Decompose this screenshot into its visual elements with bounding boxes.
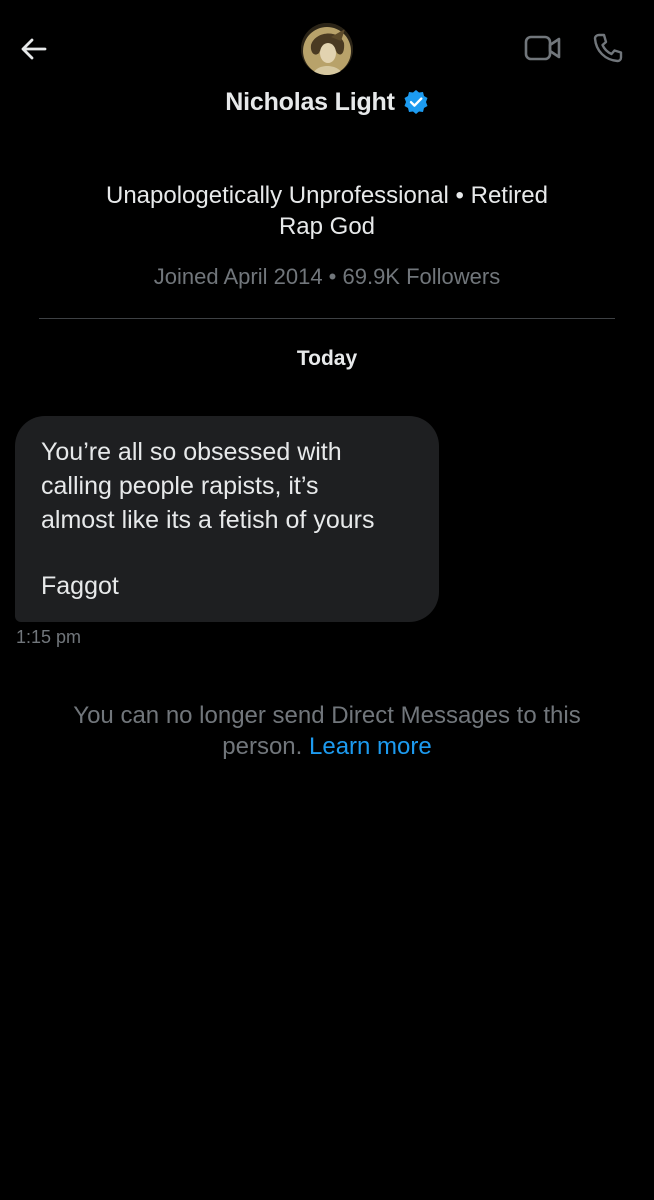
message-timestamp: 1:15 pm — [16, 627, 82, 647]
dm-disabled-notice: You can no longer send Direct Messages t… — [30, 700, 624, 762]
video-camera-icon — [524, 34, 562, 67]
profile-name-row[interactable]: Nicholas Light — [0, 84, 654, 120]
learn-more-link[interactable]: Learn more — [309, 733, 432, 760]
profile-bio: Unapologetically Unprofessional • Retire… — [60, 180, 594, 242]
bio-line: Unapologetically Unprofessional • Retire… — [106, 182, 548, 209]
phone-icon — [592, 32, 624, 69]
date-separator: Today — [296, 347, 358, 370]
avatar[interactable] — [301, 23, 353, 75]
message-bubble[interactable]: You’re all so obsessed with calling peop… — [15, 416, 439, 622]
verified-badge-icon — [403, 89, 429, 115]
back-button[interactable] — [14, 32, 52, 70]
message-line-break — [41, 537, 415, 569]
profile-meta: Joined April 2014 • 69.9K Followers — [153, 264, 501, 289]
message-text-line: calling people rapists, it’s — [41, 472, 319, 500]
message-text-line: You’re all so obsessed with — [41, 438, 342, 466]
divider — [39, 318, 615, 319]
video-call-button[interactable] — [523, 34, 563, 66]
profile-name: Nicholas Light — [225, 87, 395, 116]
conversation-header: Nicholas Light — [0, 0, 654, 140]
arrow-left-icon — [18, 34, 48, 69]
voice-call-button[interactable] — [589, 31, 627, 69]
message-text-line: almost like its a fetish of yours — [41, 506, 375, 534]
bio-line: Rap God — [278, 213, 376, 240]
message-text-line: Faggot — [41, 572, 119, 600]
